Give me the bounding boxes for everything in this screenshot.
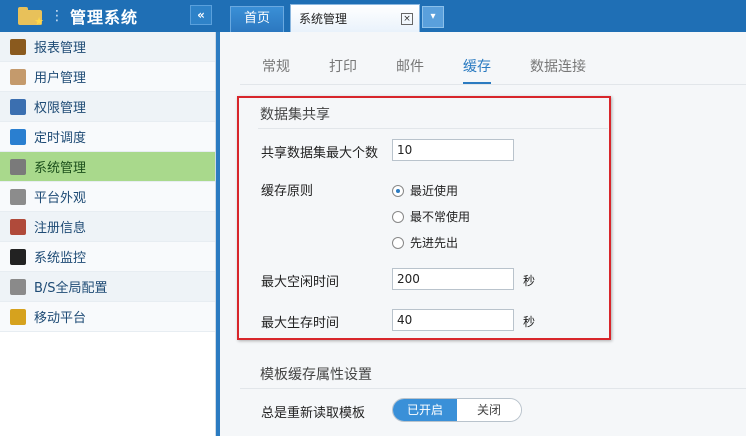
appearance-icon — [10, 188, 26, 205]
sidebar-item-label: 报表管理 — [34, 41, 87, 56]
permission-icon — [10, 98, 26, 115]
mobile-icon — [10, 308, 26, 325]
dots-icon: ⋮ — [50, 8, 64, 24]
sidebar-item-label: 平台外观 — [34, 191, 87, 206]
radio-label: 最不常使用 — [410, 210, 471, 224]
max-count-input[interactable] — [392, 139, 514, 161]
user-icon — [10, 68, 26, 85]
app-title: 管理系统 — [70, 8, 139, 27]
sidebar-item-label: 系统监控 — [34, 251, 87, 266]
divider — [240, 388, 746, 389]
sidebar-item-2[interactable]: 权限管理 — [0, 92, 215, 122]
sidebar-item-label: 权限管理 — [34, 101, 87, 116]
reload-template-toggle[interactable]: 已开启 关闭 — [392, 398, 522, 422]
sidebar: 报表管理用户管理权限管理定时调度系统管理平台外观注册信息系统监控 B/S全局配置移… — [0, 32, 216, 436]
collapse-sidebar-button[interactable]: « — [190, 5, 212, 25]
close-icon[interactable]: × — [401, 13, 413, 25]
tab-system-management[interactable]: 系统管理 × — [290, 4, 420, 32]
app-brand: ★ ⋮ 管理系统 — [0, 0, 218, 32]
monitor-icon — [10, 248, 26, 265]
top-header: ★ ⋮ 管理系统 « 首页 系统管理 × ▾ — [0, 0, 746, 32]
tab-4[interactable]: 数据连接 — [530, 56, 586, 84]
settings-tabs: 常规 打印 邮件 缓存 数据连接 — [262, 56, 625, 84]
tab-bar: 首页 系统管理 × ▾ — [224, 4, 444, 32]
max-life-input[interactable] — [392, 309, 514, 331]
radio-label: 最近使用 — [410, 184, 459, 198]
divider — [240, 84, 746, 85]
seconds-unit: 秒 — [523, 315, 536, 329]
tab-0[interactable]: 常规 — [262, 56, 290, 84]
sidebar-item-label: 系统管理 — [34, 161, 87, 176]
tab-3[interactable]: 缓存 — [463, 56, 491, 84]
radio-label: 先进先出 — [410, 236, 459, 250]
seconds-unit: 秒 — [523, 274, 536, 288]
radio-indicator — [392, 236, 404, 249]
config-icon — [10, 278, 26, 295]
tab-1[interactable]: 打印 — [329, 56, 357, 84]
sidebar-item-7[interactable]: 系统监控 — [0, 242, 215, 272]
divider — [258, 128, 608, 129]
tab-label: 系统管理 — [299, 12, 348, 26]
main-content: 常规 打印 邮件 缓存 数据连接 数据集共享 共享数据集最大个数 缓存原则 最近使用 最… — [220, 32, 746, 436]
sidebar-item-8[interactable]: B/S全局配置 — [0, 272, 215, 302]
tab-home[interactable]: 首页 — [230, 6, 284, 32]
folder-icon: ★ — [18, 7, 44, 28]
sidebar-item-6[interactable]: 注册信息 — [0, 212, 215, 242]
sidebar-item-5[interactable]: 平台外观 — [0, 182, 215, 212]
radio-indicator — [392, 210, 404, 223]
reload-template-label: 总是重新读取模板 — [261, 406, 366, 421]
sidebar-item-label: B/S全局配置 — [34, 281, 108, 296]
cache-policy-label: 缓存原则 — [261, 184, 314, 199]
max-idle-input[interactable] — [392, 268, 514, 290]
toggle-on-option[interactable]: 已开启 — [393, 399, 457, 421]
max-idle-label: 最大空闲时间 — [261, 275, 340, 290]
max-count-label: 共享数据集最大个数 — [261, 146, 379, 161]
radio-recent[interactable]: 最近使用 — [392, 182, 458, 199]
sidebar-item-label: 移动平台 — [34, 311, 87, 326]
radio-fifo[interactable]: 先进先出 — [392, 234, 458, 251]
tab-2[interactable]: 邮件 — [396, 56, 424, 84]
sidebar-item-label: 注册信息 — [34, 221, 87, 236]
template-section-title: 模板缓存属性设置 — [260, 367, 372, 383]
radio-indicator — [392, 184, 404, 197]
chevron-down-icon[interactable]: ▾ — [422, 6, 444, 28]
sidebar-item-3[interactable]: 定时调度 — [0, 122, 215, 152]
sidebar-item-label: 定时调度 — [34, 131, 87, 146]
gear-icon — [10, 158, 26, 175]
register-icon — [10, 218, 26, 235]
dataset-section-title: 数据集共享 — [260, 107, 330, 123]
max-life-label: 最大生存时间 — [261, 316, 340, 331]
sidebar-item-4[interactable]: 系统管理 — [0, 152, 215, 182]
clock-icon — [10, 128, 26, 145]
report-icon — [10, 38, 26, 55]
sidebar-item-1[interactable]: 用户管理 — [0, 62, 215, 92]
toggle-off-option[interactable]: 关闭 — [457, 399, 521, 421]
radio-least-used[interactable]: 最不常使用 — [392, 208, 470, 225]
sidebar-item-0[interactable]: 报表管理 — [0, 32, 215, 62]
sidebar-item-9[interactable]: 移动平台 — [0, 302, 215, 332]
sidebar-item-label: 用户管理 — [34, 71, 87, 86]
